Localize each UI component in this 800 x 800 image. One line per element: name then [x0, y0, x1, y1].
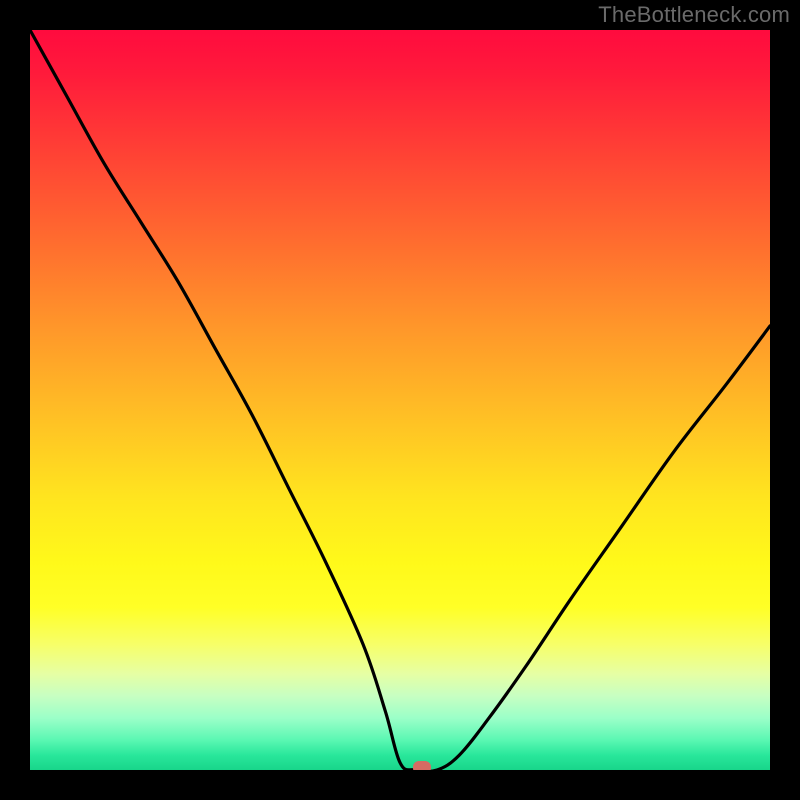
- optimum-marker: [413, 761, 431, 770]
- curve-layer: [30, 30, 770, 770]
- chart-frame: TheBottleneck.com: [0, 0, 800, 800]
- plot-area: [30, 30, 770, 770]
- bottleneck-curve: [30, 30, 770, 770]
- watermark-text: TheBottleneck.com: [598, 2, 790, 28]
